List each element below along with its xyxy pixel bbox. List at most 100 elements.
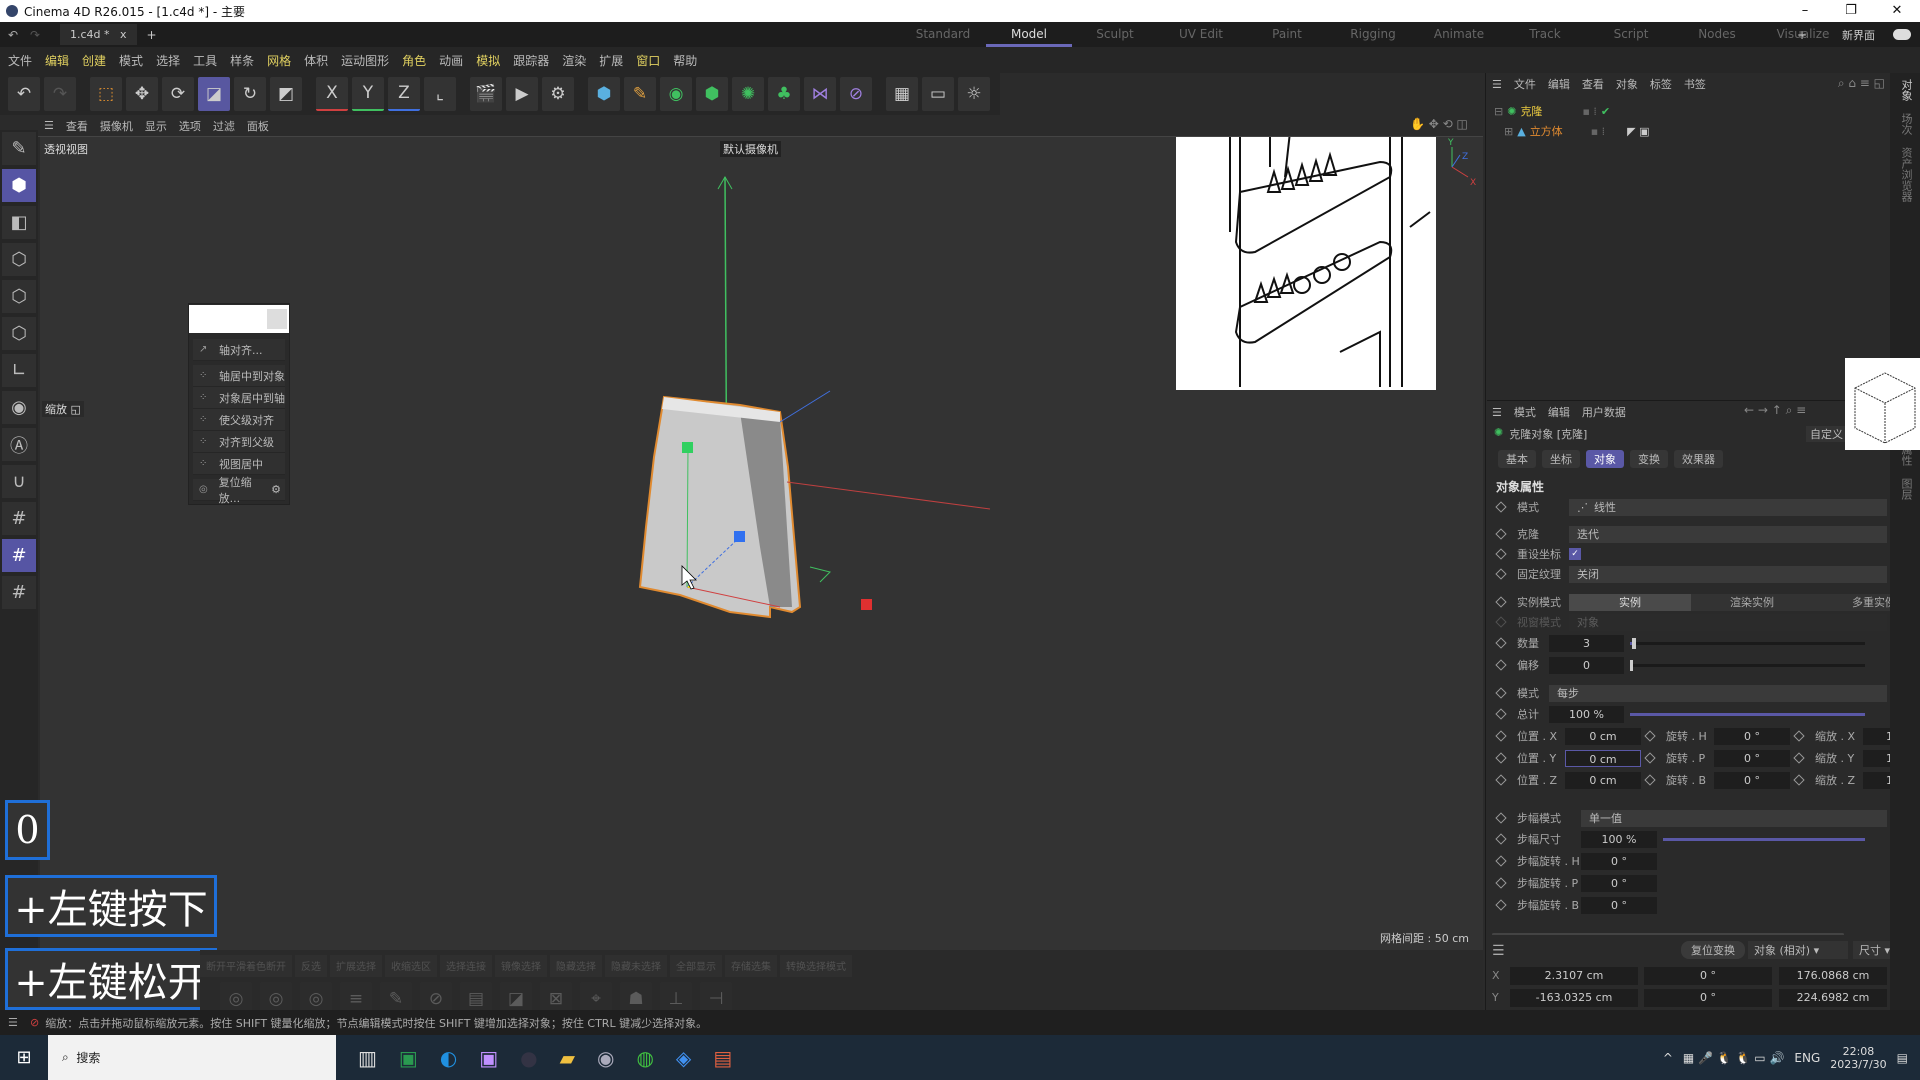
keyframe-diamond-icon[interactable]	[1495, 774, 1507, 786]
deformer-icon[interactable]: ♣	[768, 77, 800, 111]
input-language[interactable]: ENG	[1794, 1051, 1820, 1065]
keyframe-diamond-icon[interactable]	[1495, 568, 1507, 580]
keyframe-diamond-icon[interactable]	[1644, 774, 1656, 786]
menu-item[interactable]: 编辑	[45, 52, 69, 69]
om-menu-item[interactable]: 查看	[1582, 76, 1604, 92]
render-settings-icon[interactable]: ⚙	[542, 77, 574, 111]
layout-tab-sculpt[interactable]: Sculpt	[1072, 22, 1158, 47]
menu-icon[interactable]: ☰	[8, 1016, 18, 1029]
context-menu-item[interactable]: ⁘ 使父级对齐	[193, 409, 285, 431]
menu-item[interactable]: 工具	[193, 52, 217, 69]
context-menu-item[interactable]: ⁘ 视图居中	[193, 453, 285, 475]
layout-tab-script[interactable]: Script	[1588, 22, 1674, 47]
mode-dropdown[interactable]: ⋰ 线性	[1569, 498, 1887, 516]
menu-icon[interactable]: ☰	[1492, 78, 1502, 91]
menu-item[interactable]: 帮助	[673, 52, 697, 69]
om-search-filter-icons[interactable]: ⌕ ⌂ ≡ ◱	[1838, 76, 1885, 91]
selection-tool-button[interactable]: 收缩选区	[385, 955, 437, 977]
keyframe-diamond-icon[interactable]	[1495, 659, 1507, 671]
clone-dropdown[interactable]: 迭代	[1569, 525, 1887, 543]
coord-size-field[interactable]: 224.6982 cm	[1779, 989, 1887, 1007]
selection-tool-button[interactable]: 全部显示	[670, 955, 722, 977]
keyframe-diamond-icon[interactable]	[1495, 877, 1507, 889]
minimize-button[interactable]: –	[1782, 0, 1828, 22]
selection-tool-button[interactable]: 镜像选择	[495, 955, 547, 977]
step-mode-dropdown[interactable]: 单一值	[1581, 809, 1887, 827]
coord-rotation-field[interactable]: 0 °	[1644, 967, 1772, 985]
menu-item[interactable]: 网格	[267, 52, 291, 69]
context-menu-item[interactable]: ⁘ 对象居中到轴	[193, 387, 285, 409]
keyframe-diamond-icon[interactable]	[1793, 730, 1805, 742]
excel-icon[interactable]: ▣	[399, 1046, 418, 1070]
menu-icon[interactable]: ☰	[1492, 943, 1505, 959]
reset-checkbox[interactable]: ✓	[1569, 548, 1581, 560]
keyframe-diamond-icon[interactable]	[1495, 708, 1507, 720]
field-icon[interactable]: ⋈	[804, 77, 836, 111]
vertical-tab[interactable]: 对象	[1890, 73, 1920, 107]
attr-tab[interactable]: 变换	[1630, 450, 1668, 468]
keyframe-diamond-icon[interactable]	[1495, 730, 1507, 742]
coordinate-system-icon[interactable]: ⌞	[424, 77, 456, 111]
om-menu-item[interactable]: 编辑	[1548, 76, 1570, 92]
layout-tab-rigging[interactable]: Rigging	[1330, 22, 1416, 47]
mesh-mode-icon[interactable]: ◧	[2, 206, 36, 239]
undo-icon[interactable]: ↶	[8, 28, 18, 42]
object-row-cube[interactable]: ⊞ ▲ 立方体 ▪ ⁞ ◤ ▣	[1504, 123, 1650, 139]
step-mode-dropdown[interactable]: 每步	[1549, 684, 1887, 702]
keyframe-diamond-icon[interactable]	[1495, 637, 1507, 649]
notifications-icon[interactable]: ▤	[1897, 1051, 1908, 1065]
menu-item[interactable]: 窗口	[636, 52, 660, 69]
x-axis-lock-button[interactable]: X	[316, 77, 348, 111]
document-tab[interactable]: 1.c4d * x	[60, 24, 137, 45]
points-mode-icon[interactable]: ⬡	[2, 243, 36, 276]
locked-workplane-icon[interactable]: #	[2, 539, 36, 572]
viewport-menu-item[interactable]: 选项	[179, 118, 201, 134]
attr-menu-item[interactable]: 用户数据	[1582, 404, 1626, 420]
maximize-button[interactable]: ❐	[1828, 0, 1874, 22]
keyframe-diamond-icon[interactable]	[1793, 752, 1805, 764]
number-field[interactable]: 100 %	[1549, 705, 1624, 723]
value-slider[interactable]	[1630, 637, 1865, 649]
menu-item[interactable]: 模拟	[476, 52, 500, 69]
om-menu-item[interactable]: 文件	[1514, 76, 1536, 92]
viewport-nav-icons[interactable]: ✋ ✥ ⟲ ◫	[1410, 117, 1468, 131]
tag-icons[interactable]: ◤ ▣	[1627, 125, 1649, 138]
cinema4d-icon[interactable]: ◉	[597, 1046, 614, 1070]
z-axis-lock-button[interactable]: Z	[388, 77, 420, 111]
app-icon[interactable]: ●	[520, 1046, 537, 1070]
reset-transform-button[interactable]: 复位变换	[1681, 941, 1745, 959]
fix-texture-dropdown[interactable]: 关闭	[1569, 565, 1887, 583]
scale-field[interactable]: 1	[1863, 771, 1893, 789]
close-tab-icon[interactable]: x	[120, 28, 127, 41]
redo-button[interactable]: ↷	[44, 77, 76, 111]
menu-item[interactable]: 动画	[439, 52, 463, 69]
selection-tool-button[interactable]: 选择连接	[440, 955, 492, 977]
file-explorer-icon[interactable]: ▰	[560, 1046, 575, 1070]
edge-icon[interactable]: ◐	[440, 1046, 457, 1070]
enabled-check-icon[interactable]: ✔	[1601, 105, 1610, 118]
model-mode-icon[interactable]: ⬢	[2, 169, 36, 202]
context-menu-item[interactable]: ⁘ 轴居中到对象	[193, 365, 285, 387]
gear-icon[interactable]: ⚙	[271, 483, 281, 496]
auto-key-icon[interactable]: Ⓐ	[2, 428, 36, 461]
clock[interactable]: 22:08 2023/7/30	[1830, 1045, 1886, 1071]
keyframe-diamond-icon[interactable]	[1495, 855, 1507, 867]
viewport-menu-item[interactable]: 摄像机	[100, 118, 133, 134]
layout-tab-uv-edit[interactable]: UV Edit	[1158, 22, 1244, 47]
keyframe-diamond-icon[interactable]	[1495, 812, 1507, 824]
recent-tool-icon[interactable]: ↻	[234, 77, 266, 111]
keyframe-diamond-icon[interactable]	[1495, 501, 1507, 513]
selection-tool-button[interactable]: 隐藏未选择	[605, 955, 667, 977]
value-slider[interactable]	[1630, 712, 1865, 716]
search-input[interactable]	[189, 305, 289, 333]
context-menu-item[interactable]: ◎ 复位缩放... ⚙	[193, 476, 285, 505]
camera-icon[interactable]: ▭	[922, 77, 954, 111]
keyframe-diamond-icon[interactable]	[1495, 528, 1507, 540]
subdivision-icon[interactable]: ◉	[660, 77, 692, 111]
selection-tool-button[interactable]: 隐藏选择	[550, 955, 602, 977]
value-slider[interactable]	[1630, 659, 1865, 671]
coord-position-field[interactable]: 2.3107 cm	[1510, 967, 1638, 985]
coord-rotation-field[interactable]: 0 °	[1644, 989, 1772, 1007]
selection-tool-button[interactable]: 断开平滑着色断开	[200, 955, 292, 977]
edges-mode-icon[interactable]: ⬡	[2, 280, 36, 313]
